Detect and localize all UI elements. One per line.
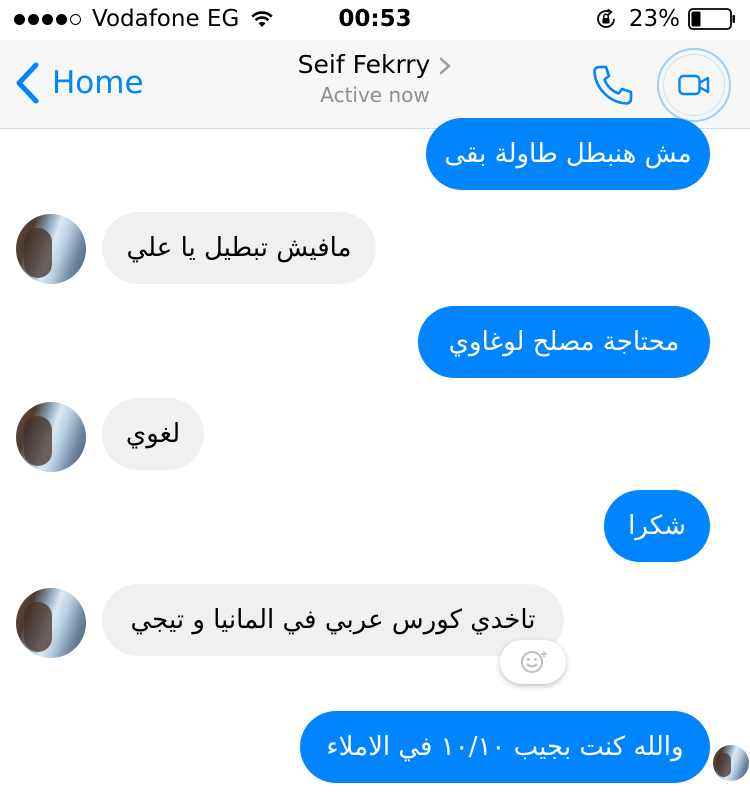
battery-percentage: 23% [628, 6, 680, 32]
phone-icon[interactable] [590, 62, 636, 108]
message-outgoing[interactable]: شكرا [604, 490, 710, 562]
message-incoming[interactable]: تاخدي كورس عربي في المانيا و تيجي [102, 584, 564, 656]
rotation-lock-icon [596, 8, 615, 28]
message-incoming[interactable]: لغوي [102, 398, 204, 470]
status-bar: Vodafone EG 00:53 23% [0, 0, 750, 40]
read-receipt-avatar [713, 745, 749, 781]
navigation-bar: Home Seif Fekrry Active now [0, 40, 750, 129]
avatar[interactable] [16, 402, 86, 472]
contact-name: Seif Fekrry [297, 50, 431, 79]
video-call-button[interactable] [657, 48, 731, 122]
message-outgoing[interactable]: مش هنبطل طاولة بقى [426, 118, 710, 190]
active-status: Active now [320, 83, 430, 107]
avatar[interactable] [16, 214, 86, 284]
status-right: 23% [595, 6, 736, 32]
chevron-right-icon [440, 57, 452, 75]
message-outgoing[interactable]: والله كنت بجيب ١٠/١٠ في الاملاء [300, 711, 710, 783]
chevron-left-icon [16, 62, 39, 104]
reaction-button[interactable] [500, 640, 566, 684]
back-button[interactable]: Home [14, 62, 144, 104]
contact-name-row: Seif Fekrry [200, 50, 550, 79]
avatar[interactable] [16, 588, 86, 658]
video-camera-icon [678, 74, 710, 96]
battery-icon [688, 8, 735, 30]
message-outgoing[interactable]: محتاجة مصلح لوغاوي [418, 306, 710, 378]
conversation-title[interactable]: Seif Fekrry Active now [200, 50, 550, 107]
emoji-reaction-icon [521, 651, 547, 673]
message-incoming[interactable]: مافيش تبطيل يا علي [102, 212, 376, 284]
back-label: Home [52, 65, 144, 101]
